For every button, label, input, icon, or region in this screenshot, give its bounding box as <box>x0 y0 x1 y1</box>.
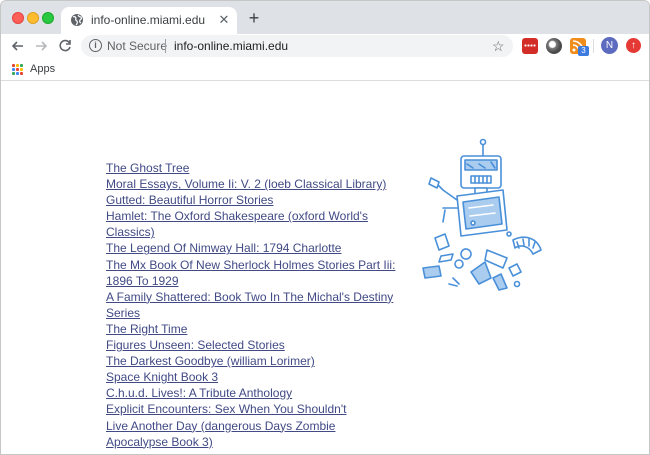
url-text[interactable]: info-online.miami.edu <box>174 39 288 53</box>
apps-grid-icon[interactable] <box>12 64 23 75</box>
book-link[interactable]: Hamlet: The Oxford Shakespeare (oxford W… <box>106 208 396 240</box>
book-link[interactable]: Live Another Day (dangerous Days Zombie … <box>106 418 396 450</box>
book-list: The Ghost Tree Moral Essays, Volume Ii: … <box>106 160 396 450</box>
apps-bookmark[interactable]: Apps <box>30 63 55 75</box>
book-link[interactable]: Figures Unseen: Selected Stories <box>106 337 396 353</box>
book-link[interactable]: Moral Essays, Volume Ii: V. 2 (loeb Clas… <box>106 176 396 192</box>
window-close-button[interactable] <box>12 12 24 24</box>
omnibox-divider <box>165 39 166 53</box>
browser-window: info-online.miami.edu ✕ + i Not Secure i… <box>0 0 650 455</box>
rss-extension-icon[interactable]: 3 <box>570 38 589 56</box>
shade-extension-icon[interactable] <box>546 38 562 54</box>
book-link[interactable]: C.h.u.d. Lives!: A Tribute Anthology <box>106 385 396 401</box>
book-link[interactable]: A Family Shattered: Book Two In The Mich… <box>106 289 396 321</box>
reload-icon[interactable] <box>56 37 74 55</box>
update-icon[interactable]: ↑ <box>626 38 641 53</box>
close-tab-icon[interactable]: ✕ <box>217 12 231 28</box>
back-icon[interactable] <box>9 37 27 55</box>
book-link[interactable]: Explicit Encounters: Sex When You Should… <box>106 401 396 417</box>
profile-avatar[interactable]: N <box>601 37 618 54</box>
active-tab[interactable]: info-online.miami.edu ✕ <box>61 7 237 34</box>
forward-icon[interactable] <box>32 37 50 55</box>
bookmarks-bar: Apps <box>1 58 649 81</box>
page-content: The Ghost Tree Moral Essays, Volume Ii: … <box>1 82 649 454</box>
info-icon[interactable]: i <box>89 39 102 52</box>
extension-badge: 3 <box>578 46 589 56</box>
bookmark-star-icon[interactable]: ☆ <box>492 37 505 55</box>
book-link[interactable]: The Darkest Goodbye (william Lorimer) <box>106 353 396 369</box>
broken-robot-illustration <box>422 138 542 291</box>
book-link[interactable]: Gutted: Beautiful Horror Stories <box>106 192 396 208</box>
book-link[interactable]: The Legend Of Nimway Hall: 1794 Charlott… <box>106 240 396 256</box>
book-link[interactable]: The Mx Book Of New Sherlock Holmes Stori… <box>106 257 396 289</box>
window-maximize-button[interactable] <box>42 12 54 24</box>
toolbar-divider <box>593 39 594 53</box>
book-link[interactable]: Space Knight Book 3 <box>106 369 396 385</box>
toolbar: i Not Secure info-online.miami.edu ☆ 3 N… <box>1 34 649 58</box>
new-tab-button[interactable]: + <box>245 8 263 28</box>
book-link[interactable]: The Right Time <box>106 321 396 337</box>
tab-strip: info-online.miami.edu ✕ + <box>1 1 649 34</box>
globe-icon <box>71 14 83 26</box>
window-minimize-button[interactable] <box>27 12 39 24</box>
lastpass-extension-icon[interactable] <box>522 38 538 54</box>
security-status[interactable]: Not Secure <box>107 39 167 53</box>
book-link[interactable]: The Ghost Tree <box>106 160 396 176</box>
tab-title: info-online.miami.edu <box>91 13 206 27</box>
address-bar[interactable]: i Not Secure info-online.miami.edu ☆ <box>81 35 513 57</box>
